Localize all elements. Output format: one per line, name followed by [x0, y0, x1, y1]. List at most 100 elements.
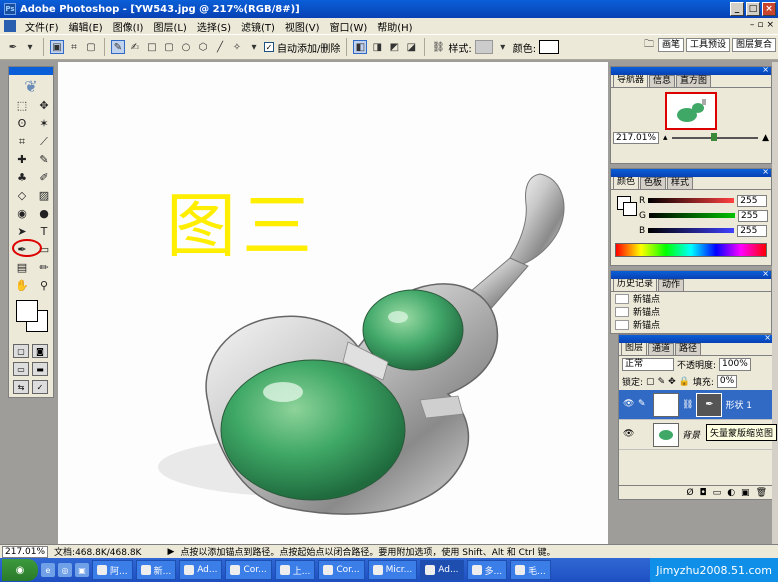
intersect-area-icon[interactable]: ◩	[387, 40, 401, 54]
healing-brush-icon[interactable]: ✚	[12, 151, 32, 168]
lasso-tool-icon[interactable]: ʘ	[12, 115, 32, 132]
rounded-rectangle-icon[interactable]: ▢	[162, 40, 176, 54]
add-style-icon[interactable]: Ø	[686, 488, 693, 498]
full-screen-menu-icon[interactable]: ▬	[32, 362, 48, 376]
eyedropper-tool-icon[interactable]: ✏	[34, 259, 54, 276]
taskbar-item-active[interactable]: Ad...	[420, 560, 464, 580]
brush-tool-icon[interactable]: ✎	[34, 151, 54, 168]
navigator-preview[interactable]	[665, 92, 717, 130]
eraser-tool-icon[interactable]: ◇	[12, 187, 32, 204]
paths-icon[interactable]: ⌗	[67, 40, 81, 54]
clone-stamp-icon[interactable]: ♣	[12, 169, 32, 186]
menu-image[interactable]: 图像(I)	[108, 19, 149, 34]
color-bg-swatch[interactable]	[623, 202, 637, 216]
lock-image-icon[interactable]: ✎	[658, 377, 666, 387]
close-icon[interactable]: ×	[764, 333, 771, 342]
vertical-scrollbar[interactable]	[772, 62, 778, 544]
chevron-down-icon[interactable]: ▾	[247, 40, 261, 54]
tab-actions[interactable]: 动作	[658, 279, 685, 291]
close-button[interactable]: ×	[762, 2, 776, 16]
standard-screen-icon[interactable]: ▭	[13, 362, 29, 376]
maximize-button[interactable]: □	[746, 2, 760, 16]
add-mask-icon[interactable]: ◘	[700, 488, 707, 498]
tab-paths[interactable]: 路径	[675, 343, 702, 355]
doc-close-button[interactable]: ×	[766, 20, 774, 30]
layer-thumbnail[interactable]	[653, 422, 679, 447]
quick-mask-icon[interactable]: ◙	[32, 344, 48, 358]
red-slider[interactable]	[648, 198, 735, 203]
eye-icon[interactable]: 👁	[623, 399, 635, 411]
lock-all-icon[interactable]: 🔒	[679, 377, 690, 387]
close-icon[interactable]: ×	[762, 65, 769, 74]
standard-mode-icon[interactable]: ▢	[13, 344, 29, 358]
pen-tool-icon[interactable]: ✎	[111, 40, 125, 54]
tab-tool-presets[interactable]: 工具预设	[685, 38, 730, 52]
taskbar-item[interactable]: 新...	[135, 560, 177, 580]
panel-header[interactable]: ×	[611, 167, 771, 177]
doc-size-info[interactable]: 文档:468.8K/468.8K	[54, 545, 141, 558]
file-browser-icon[interactable]: 🗀	[642, 38, 656, 52]
blue-value-field[interactable]: 255	[737, 224, 768, 237]
document-icon[interactable]	[4, 20, 16, 32]
taskbar-item[interactable]: 多...	[466, 560, 508, 580]
move-tool-icon[interactable]: ✥	[34, 97, 54, 114]
menu-layer[interactable]: 图层(L)	[148, 19, 191, 34]
taskbar-item[interactable]: Cor...	[225, 560, 272, 580]
navigator-zoom-slider[interactable]	[671, 133, 759, 141]
history-item[interactable]: 新锚点	[611, 305, 771, 318]
status-zoom-field[interactable]: 217.01%	[2, 545, 49, 558]
panel-header[interactable]: ×	[611, 269, 771, 279]
tab-styles[interactable]: 样式	[667, 177, 694, 189]
adobe-feather-icon[interactable]: ❦	[9, 75, 53, 97]
crop-tool-icon[interactable]: ⌗	[12, 133, 32, 150]
menu-filter[interactable]: 滤镜(T)	[236, 19, 280, 34]
toolbox-header[interactable]	[9, 67, 53, 75]
slider-handle[interactable]	[710, 133, 717, 141]
close-icon[interactable]: ×	[762, 269, 769, 278]
new-set-icon[interactable]: ▭	[713, 488, 722, 498]
new-adjustment-icon[interactable]: ◐	[727, 488, 735, 498]
menu-edit[interactable]: 编辑(E)	[64, 19, 108, 34]
blue-slider[interactable]	[648, 228, 735, 233]
green-slider[interactable]	[648, 213, 735, 218]
green-value-field[interactable]: 255	[737, 209, 768, 222]
exclude-area-icon[interactable]: ◪	[404, 40, 418, 54]
minimize-button[interactable]: _	[730, 2, 744, 16]
trash-icon[interactable]: 🗑	[756, 488, 767, 498]
blend-mode-select[interactable]: 正常	[622, 358, 674, 371]
shape-layers-icon[interactable]: ▣	[50, 40, 64, 54]
panel-header[interactable]: ×	[611, 65, 771, 75]
opacity-field[interactable]: 100%	[719, 358, 751, 371]
taskbar-item[interactable]: 上...	[274, 560, 316, 580]
eye-icon[interactable]: 👁	[623, 429, 635, 441]
dodge-tool-icon[interactable]: ●	[34, 205, 54, 222]
history-brush-icon[interactable]: ✐	[34, 169, 54, 186]
zoom-tool-icon[interactable]: ⚲	[34, 277, 54, 294]
document-canvas[interactable]: 图三	[58, 62, 608, 544]
notes-tool-icon[interactable]: ▤	[12, 259, 32, 276]
tab-layer-comps[interactable]: 图层复合	[731, 38, 776, 52]
quicklaunch-icon[interactable]: ◎	[58, 563, 72, 577]
new-layer-icon[interactable]: ▣	[741, 488, 750, 498]
tab-layers[interactable]: 图层	[621, 342, 648, 355]
fill-field[interactable]: 0%	[716, 375, 738, 388]
layer-row-shape[interactable]: 👁 ✎ ⛓ ✒ 形状 1	[619, 390, 773, 420]
menu-file[interactable]: 文件(F)	[20, 19, 64, 34]
history-item[interactable]: 新锚点	[611, 292, 771, 305]
zoom-out-icon[interactable]: ▴	[663, 133, 668, 143]
tab-histogram[interactable]: 直方图	[676, 75, 712, 87]
auto-add-delete-checkbox[interactable]: ✓	[264, 42, 274, 52]
tab-navigator[interactable]: 导航器	[613, 74, 649, 87]
layer-thumbnail[interactable]	[653, 392, 679, 417]
taskbar-item[interactable]: Cor...	[318, 560, 365, 580]
rectangle-icon[interactable]: □	[145, 40, 159, 54]
red-value-field[interactable]: 255	[737, 194, 768, 207]
zoom-in-icon[interactable]: ▲	[762, 133, 769, 143]
tab-channels[interactable]: 通道	[648, 343, 675, 355]
foreground-color-swatch[interactable]	[16, 300, 38, 322]
panel-header[interactable]: ×	[619, 333, 773, 343]
hand-tool-icon[interactable]: ✋	[12, 277, 32, 294]
taskbar-item[interactable]: Micr...	[367, 560, 418, 580]
menu-help[interactable]: 帮助(H)	[372, 19, 417, 34]
path-selection-icon[interactable]: ➤	[12, 223, 32, 240]
